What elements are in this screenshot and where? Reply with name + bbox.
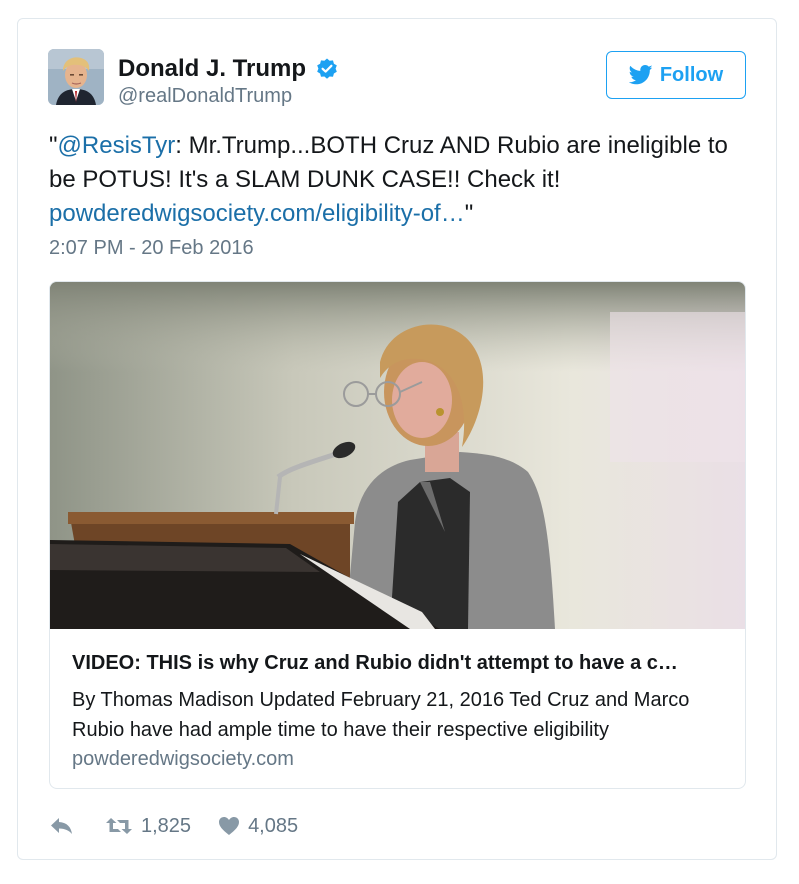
author-name[interactable]: Donald J. Trump xyxy=(118,55,339,83)
retweet-icon xyxy=(105,816,133,836)
card-domain[interactable]: powderedwigsociety.com xyxy=(72,748,294,771)
link-preview-card[interactable]: VIDEO: THIS is why Cruz and Rubio didn't… xyxy=(49,281,746,789)
card-title[interactable]: VIDEO: THIS is why Cruz and Rubio didn't… xyxy=(72,652,732,675)
twitter-bird-icon xyxy=(628,65,653,85)
author-handle[interactable]: @realDonaldTrump xyxy=(118,85,292,108)
verified-badge-icon xyxy=(315,57,339,81)
video-thumbnail[interactable] xyxy=(50,282,745,629)
reply-icon xyxy=(49,816,75,836)
reply-button[interactable] xyxy=(49,816,75,836)
card-description: By Thomas Madison Updated February 21, 2… xyxy=(72,689,690,741)
author-name-text: Donald J. Trump xyxy=(118,55,307,82)
tweet-actions: 1,825 4,085 xyxy=(49,812,298,840)
like-count: 4,085 xyxy=(248,814,299,837)
quote-open: " xyxy=(49,132,58,159)
author-avatar[interactable] xyxy=(48,49,104,105)
tweet-card: Donald J. Trump @realDonaldTrump Follow … xyxy=(17,18,777,860)
retweet-count: 1,825 xyxy=(141,814,192,837)
tweet-timestamp[interactable]: 2:07 PM - 20 Feb 2016 xyxy=(49,237,254,260)
mention-link[interactable]: @ResisTyr xyxy=(58,132,176,159)
quote-close: " xyxy=(464,200,474,227)
heart-icon xyxy=(218,816,240,836)
follow-label: Follow xyxy=(659,63,724,86)
retweet-button[interactable]: 1,825 xyxy=(105,815,191,838)
profile-photo-icon xyxy=(48,49,104,105)
tweet-url-link[interactable]: powderedwigsociety.com/eligibility-of… xyxy=(49,200,465,227)
tweet-text: "@ResisTyr: Mr.Trump...BOTH Cruz AND Rub… xyxy=(49,129,749,231)
follow-button[interactable]: Follow xyxy=(606,51,746,99)
like-button[interactable]: 4,085 xyxy=(218,815,298,838)
